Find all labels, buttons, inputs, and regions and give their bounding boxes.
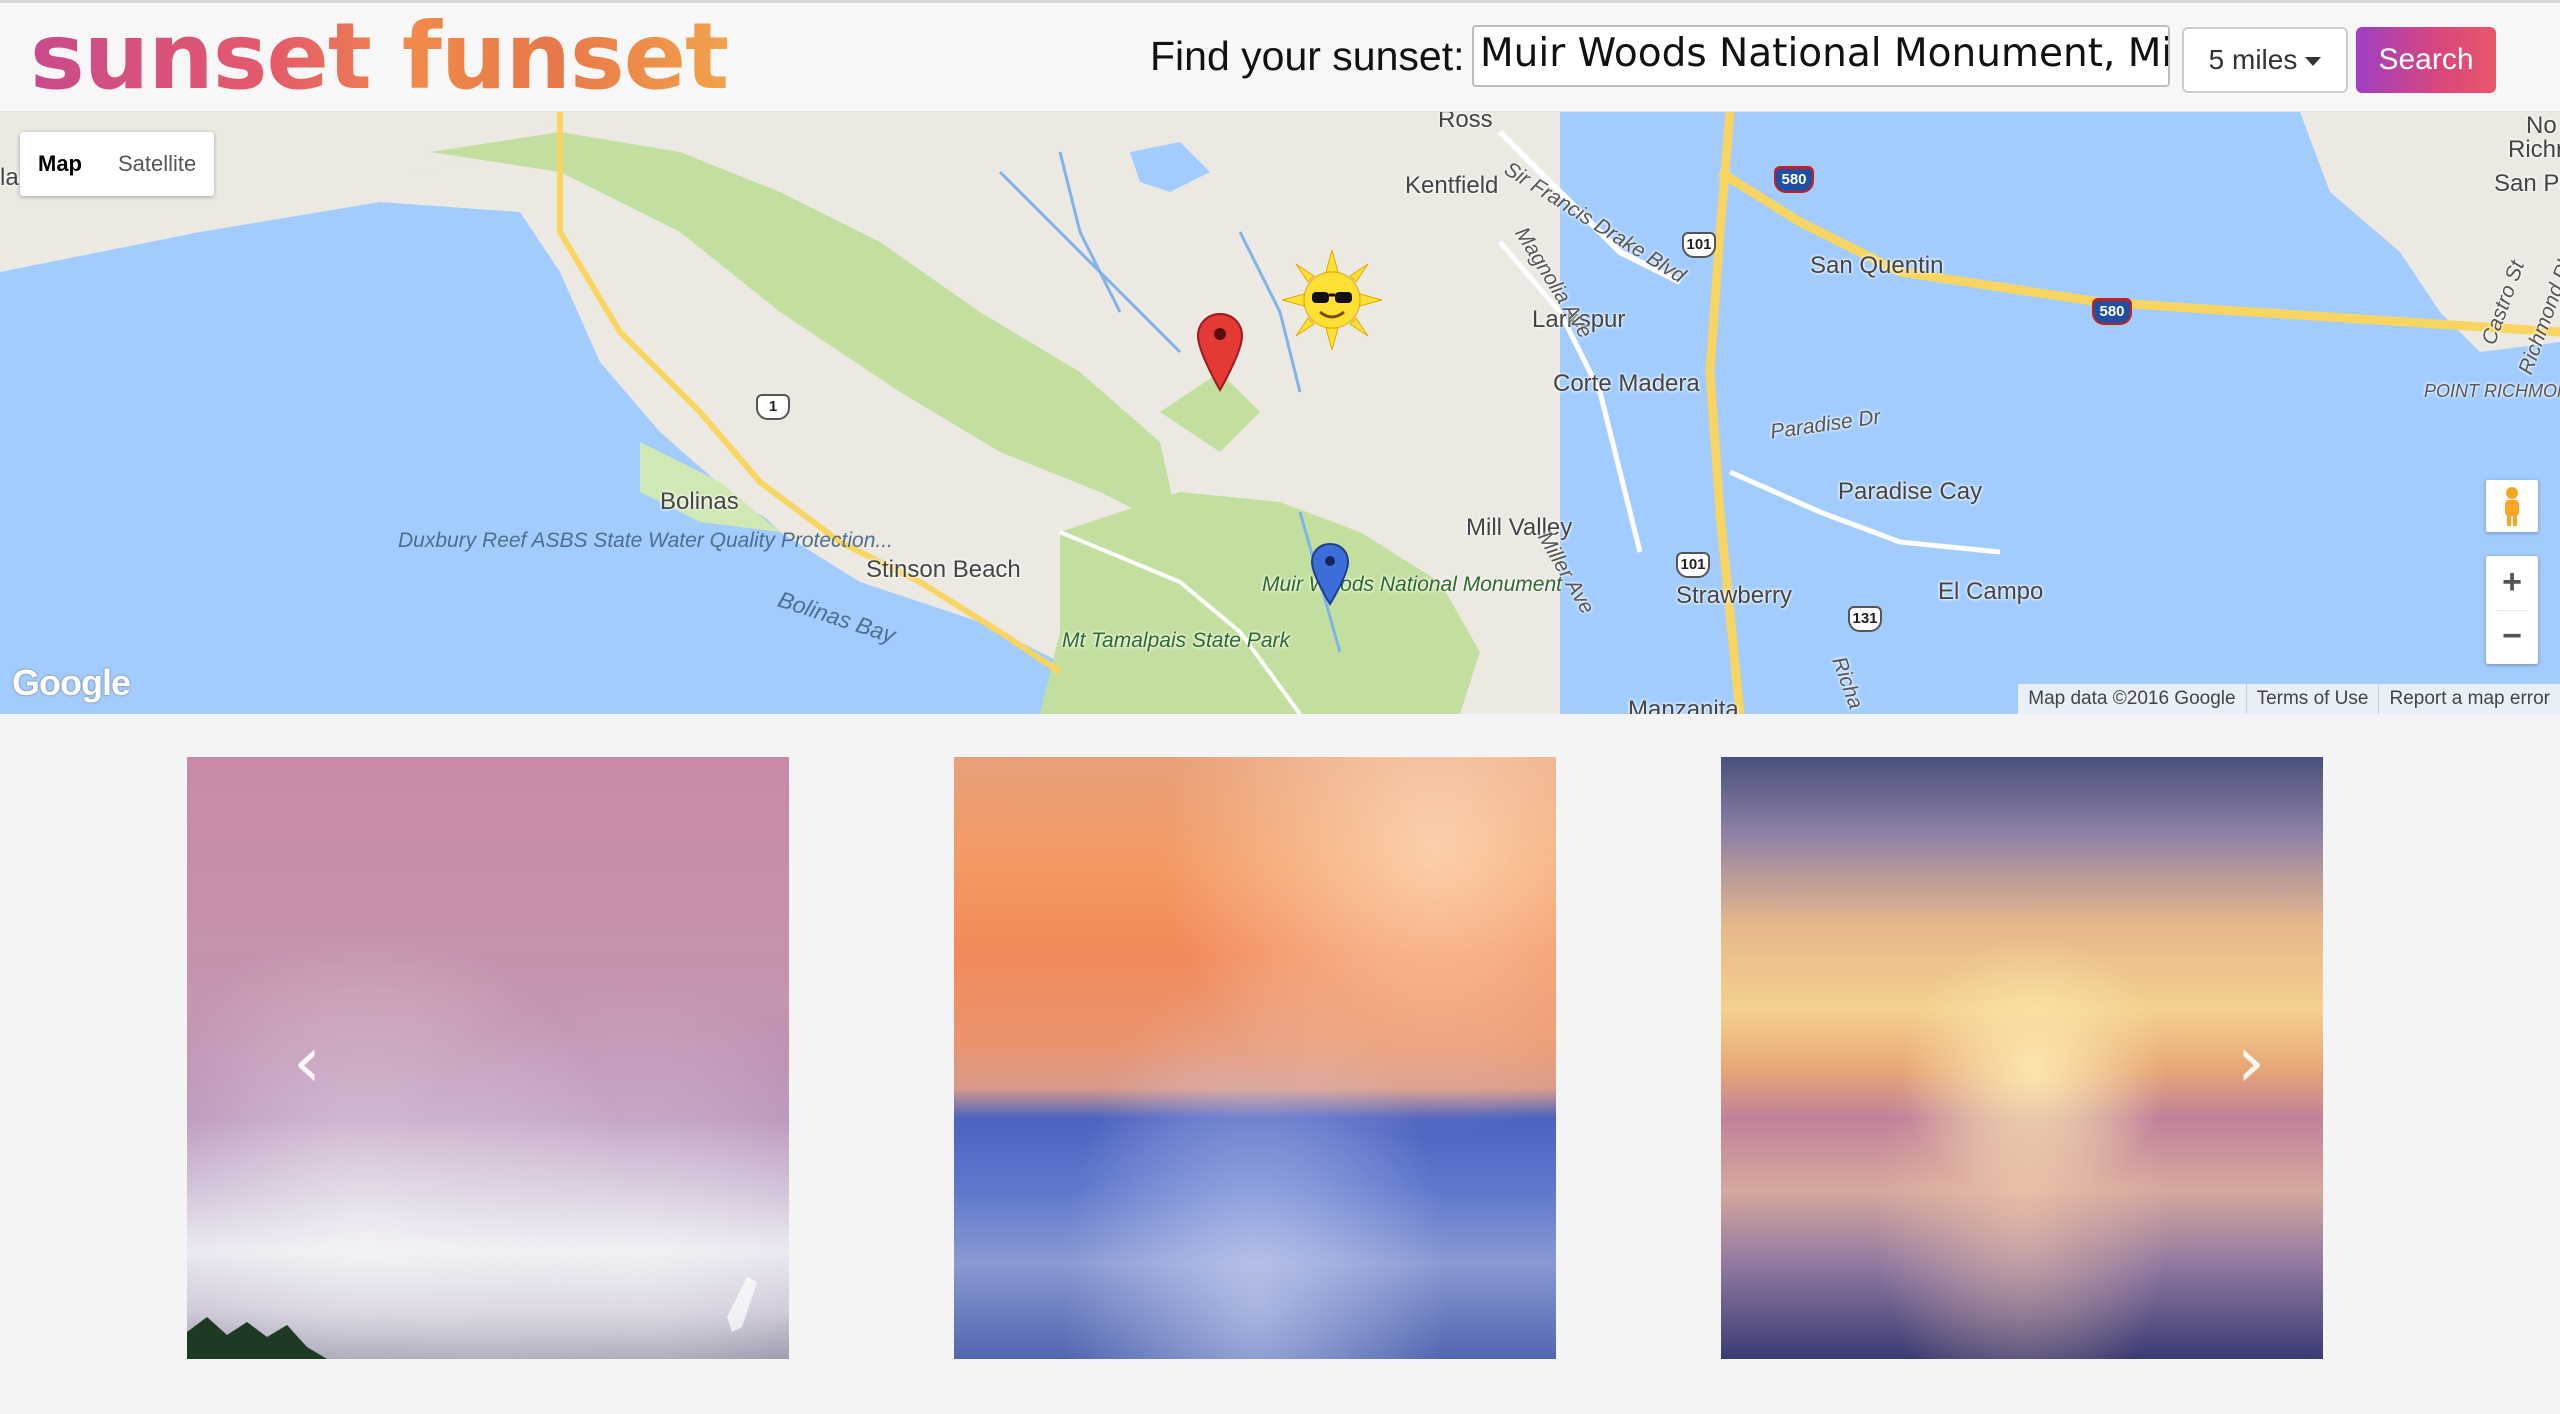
place-label: Kentfield [1405, 172, 1499, 199]
place-label: POINT RICHMOND [2424, 381, 2560, 401]
park-label-duxbury: Duxbury Reef ASBS State Water Quality Pr… [398, 530, 893, 552]
location-search-input[interactable]: Muir Woods National Monument, Mill [1472, 25, 2170, 87]
map-terrain [0, 112, 2560, 714]
interstate-shield: 580 [1774, 166, 1814, 193]
report-map-error-link[interactable]: Report a map error [2378, 684, 2560, 714]
place-label: Richr [2508, 136, 2560, 163]
highway-shield: 101 [1682, 232, 1716, 258]
highway-shield: 131 [1848, 606, 1882, 632]
tree-silhouette [187, 1277, 757, 1359]
place-label: la [0, 164, 19, 191]
search-button[interactable]: Search [2356, 27, 2496, 93]
radius-value: 5 miles [2208, 44, 2298, 75]
caret-down-icon [2305, 57, 2322, 67]
sunset-photo-3[interactable]: › [1721, 757, 2323, 1359]
carousel-next-button[interactable]: › [2227, 1027, 2275, 1097]
radius-dropdown[interactable]: 5 miles [2182, 27, 2348, 93]
place-label: No [2526, 112, 2557, 139]
cloud-overlay [954, 757, 1556, 1359]
place-label: Corte Madera [1553, 370, 1700, 397]
divider [2496, 610, 2528, 611]
google-logo[interactable]: Google [12, 662, 131, 704]
place-label: Stinson Beach [866, 556, 1021, 583]
carousel-prev-button[interactable]: ‹ [283, 1027, 331, 1097]
map-type-control: Map Satellite [20, 132, 215, 196]
zoom-in-button[interactable]: + [2486, 556, 2538, 610]
sunset-photo-1[interactable]: ‹ [187, 757, 789, 1359]
logo[interactable]: sunset funset [30, 5, 729, 109]
map-data-credit: Map data ©2016 Google [2028, 688, 2236, 709]
place-label: San Pa [2494, 170, 2560, 197]
place-label: El Campo [1938, 578, 2044, 605]
terms-of-use-link[interactable]: Terms of Use [2245, 684, 2379, 714]
find-sunset-label: Find your sunset: [1150, 33, 1465, 79]
pegman-icon [2505, 487, 2519, 526]
sunset-photo-2[interactable] [954, 757, 1556, 1359]
place-label: San Quentin [1810, 252, 1944, 279]
park-label-tamalpais: Mt Tamalpais State Park [1062, 629, 1290, 652]
top-bar: sunset funset Find your sunset: Muir Woo… [0, 0, 2560, 112]
highway-shield: 101 [1676, 552, 1710, 578]
zoom-out-button[interactable]: − [2486, 610, 2538, 664]
place-label: Strawberry [1676, 582, 1793, 609]
place-label: Ross [1438, 112, 1493, 133]
red-map-pin-icon[interactable] [1196, 312, 1244, 392]
map-type-map[interactable]: Map [20, 132, 100, 196]
map-type-satellite[interactable]: Satellite [100, 132, 214, 196]
interstate-shield: 580 [2092, 298, 2132, 325]
place-label: Manzanita [1628, 696, 1739, 714]
blue-map-pin-icon[interactable] [1310, 542, 1350, 606]
place-label: Paradise Cay [1838, 478, 1983, 505]
pegman-street-view[interactable] [2486, 480, 2538, 532]
highway-shield: 1 [756, 394, 790, 420]
sun-sunglasses-icon[interactable] [1282, 250, 1382, 350]
map-attribution: Map data ©2016 Google Terms of Use Repor… [2018, 684, 2560, 714]
zoom-control: + − [2486, 556, 2538, 664]
map[interactable]: Map Satellite Kentfield San Quentin Lark… [0, 112, 2560, 714]
place-label: Bolinas [660, 488, 739, 515]
